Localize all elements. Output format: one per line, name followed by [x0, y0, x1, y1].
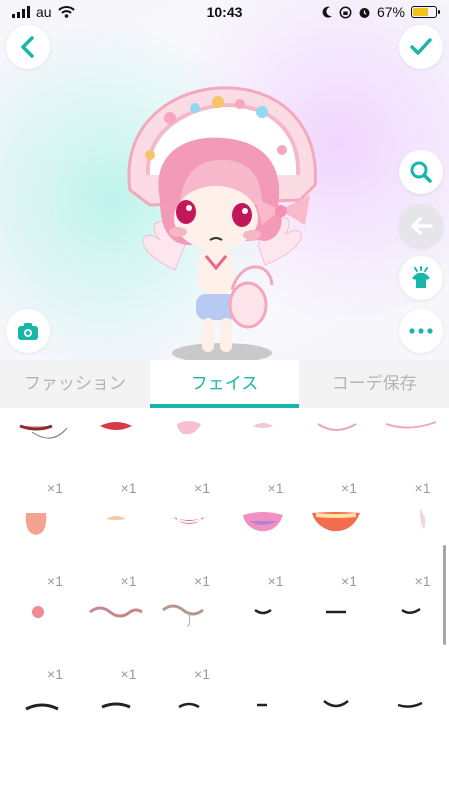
item-quantity: ×1 [194, 480, 210, 496]
face-item[interactable]: ×1 [78, 594, 151, 684]
open-mouth-purple-icon [242, 512, 283, 532]
face-item[interactable]: ×1 [225, 408, 298, 498]
lips-red-icon [99, 422, 132, 430]
face-item[interactable]: ×1 [78, 408, 151, 498]
tab-fashion[interactable]: ファッション [0, 360, 150, 408]
arrow-left-icon [411, 217, 433, 235]
tiny-pink-tongue-icon [419, 509, 425, 529]
smile-thin-pink-icon [317, 423, 357, 431]
item-quantity: ×1 [120, 666, 137, 682]
small-round-mouth-icon [32, 606, 44, 618]
face-item[interactable] [372, 687, 445, 777]
chevron-left-icon [21, 36, 34, 58]
item-quantity: ×1 [47, 666, 63, 682]
face-item-grid: ×1 ×1 ×1 ×1 ×1 ×1 ×1 ×1 ×1 ×1 ×1 ×1 ×1 ×1 ×1 [0, 408, 449, 800]
category-tabs: ファッション フェイス コーデ保存 [0, 360, 449, 408]
item-quantity: ×1 [267, 480, 284, 496]
magnifier-icon [410, 161, 432, 183]
face-item[interactable]: ×1 [298, 408, 371, 498]
lips-small-pink-icon [252, 423, 273, 428]
face-item[interactable] [298, 687, 371, 777]
tab-saved-outfits[interactable]: コーデ保存 [299, 360, 449, 408]
avatar-character [127, 86, 317, 360]
open-mouth-wide-icon [312, 512, 360, 532]
face-item[interactable]: ×1 [4, 501, 77, 591]
mouth-open-chin-icon [19, 424, 68, 439]
status-bar: au 10:43 67% [0, 0, 449, 24]
tongue-out-icon [25, 513, 47, 535]
search-button[interactable] [399, 150, 443, 194]
face-item[interactable] [225, 687, 298, 777]
face-item[interactable]: ×1 [151, 408, 224, 498]
checkmark-icon [410, 38, 432, 55]
confirm-button[interactable] [399, 25, 443, 69]
shirt-sparkle-icon [412, 266, 430, 288]
face-item[interactable]: ×1 [225, 501, 298, 591]
item-quantity: ×1 [341, 573, 357, 589]
small-peach-mouth-icon [105, 516, 126, 520]
face-item[interactable]: ×1 [372, 501, 445, 591]
item-quantity: ×1 [267, 573, 284, 589]
frown-line-1-icon [25, 703, 59, 711]
moon-icon [322, 6, 332, 18]
flat-line-icon [326, 610, 346, 614]
face-item[interactable]: ×1 [298, 501, 371, 591]
back-button[interactable] [6, 25, 50, 69]
item-quantity: ×1 [414, 573, 431, 589]
undo-button[interactable] [399, 204, 443, 248]
grin-pink-icon [173, 517, 205, 524]
face-item[interactable] [78, 687, 151, 777]
face-item[interactable]: ×1 [372, 408, 445, 498]
face-item[interactable]: ×1 [151, 501, 224, 591]
frown-line-2-icon [100, 702, 131, 709]
smirk-line-icon [397, 701, 423, 708]
face-item[interactable] [372, 594, 445, 684]
item-quantity: ×1 [47, 480, 63, 496]
face-item[interactable]: ×1 [151, 594, 224, 684]
item-quantity: ×1 [341, 480, 357, 496]
outfit-button[interactable] [399, 256, 443, 300]
wavy-mouth-drool-icon [162, 604, 204, 627]
frown-line-3-icon [178, 702, 200, 709]
lips-pink-pout-icon [177, 421, 201, 435]
face-item[interactable] [4, 687, 77, 777]
ellipsis-icon [409, 328, 433, 334]
more-button[interactable] [399, 309, 443, 353]
item-quantity: ×1 [47, 573, 63, 589]
face-item[interactable] [298, 594, 371, 684]
item-quantity: ×1 [414, 480, 431, 496]
item-quantity: ×1 [194, 666, 210, 682]
face-item[interactable]: ×1 [4, 594, 77, 684]
camera-icon [18, 323, 38, 340]
face-item[interactable]: ×1 [4, 408, 77, 498]
item-quantity: ×1 [120, 573, 137, 589]
item-quantity: ×1 [194, 573, 210, 589]
face-item[interactable] [151, 687, 224, 777]
v-line-icon [323, 700, 349, 708]
smile-line-2-icon [400, 607, 421, 614]
scrollbar[interactable] [443, 545, 446, 645]
camera-button[interactable] [6, 309, 50, 353]
item-quantity: ×1 [120, 480, 137, 496]
dash-line-icon [256, 703, 267, 707]
face-item[interactable] [225, 594, 298, 684]
alarm-icon [359, 7, 370, 18]
wavy-mouth-icon [88, 606, 143, 618]
battery-percent: 67% [376, 4, 405, 20]
battery-icon [411, 6, 440, 18]
smile-line-1-icon [253, 608, 272, 615]
tab-face[interactable]: フェイス [149, 360, 300, 408]
smile-wide-pink-icon [385, 421, 436, 429]
orientation-lock-icon [339, 6, 352, 18]
avatar-stage [0, 0, 449, 360]
face-item[interactable]: ×1 [78, 501, 151, 591]
